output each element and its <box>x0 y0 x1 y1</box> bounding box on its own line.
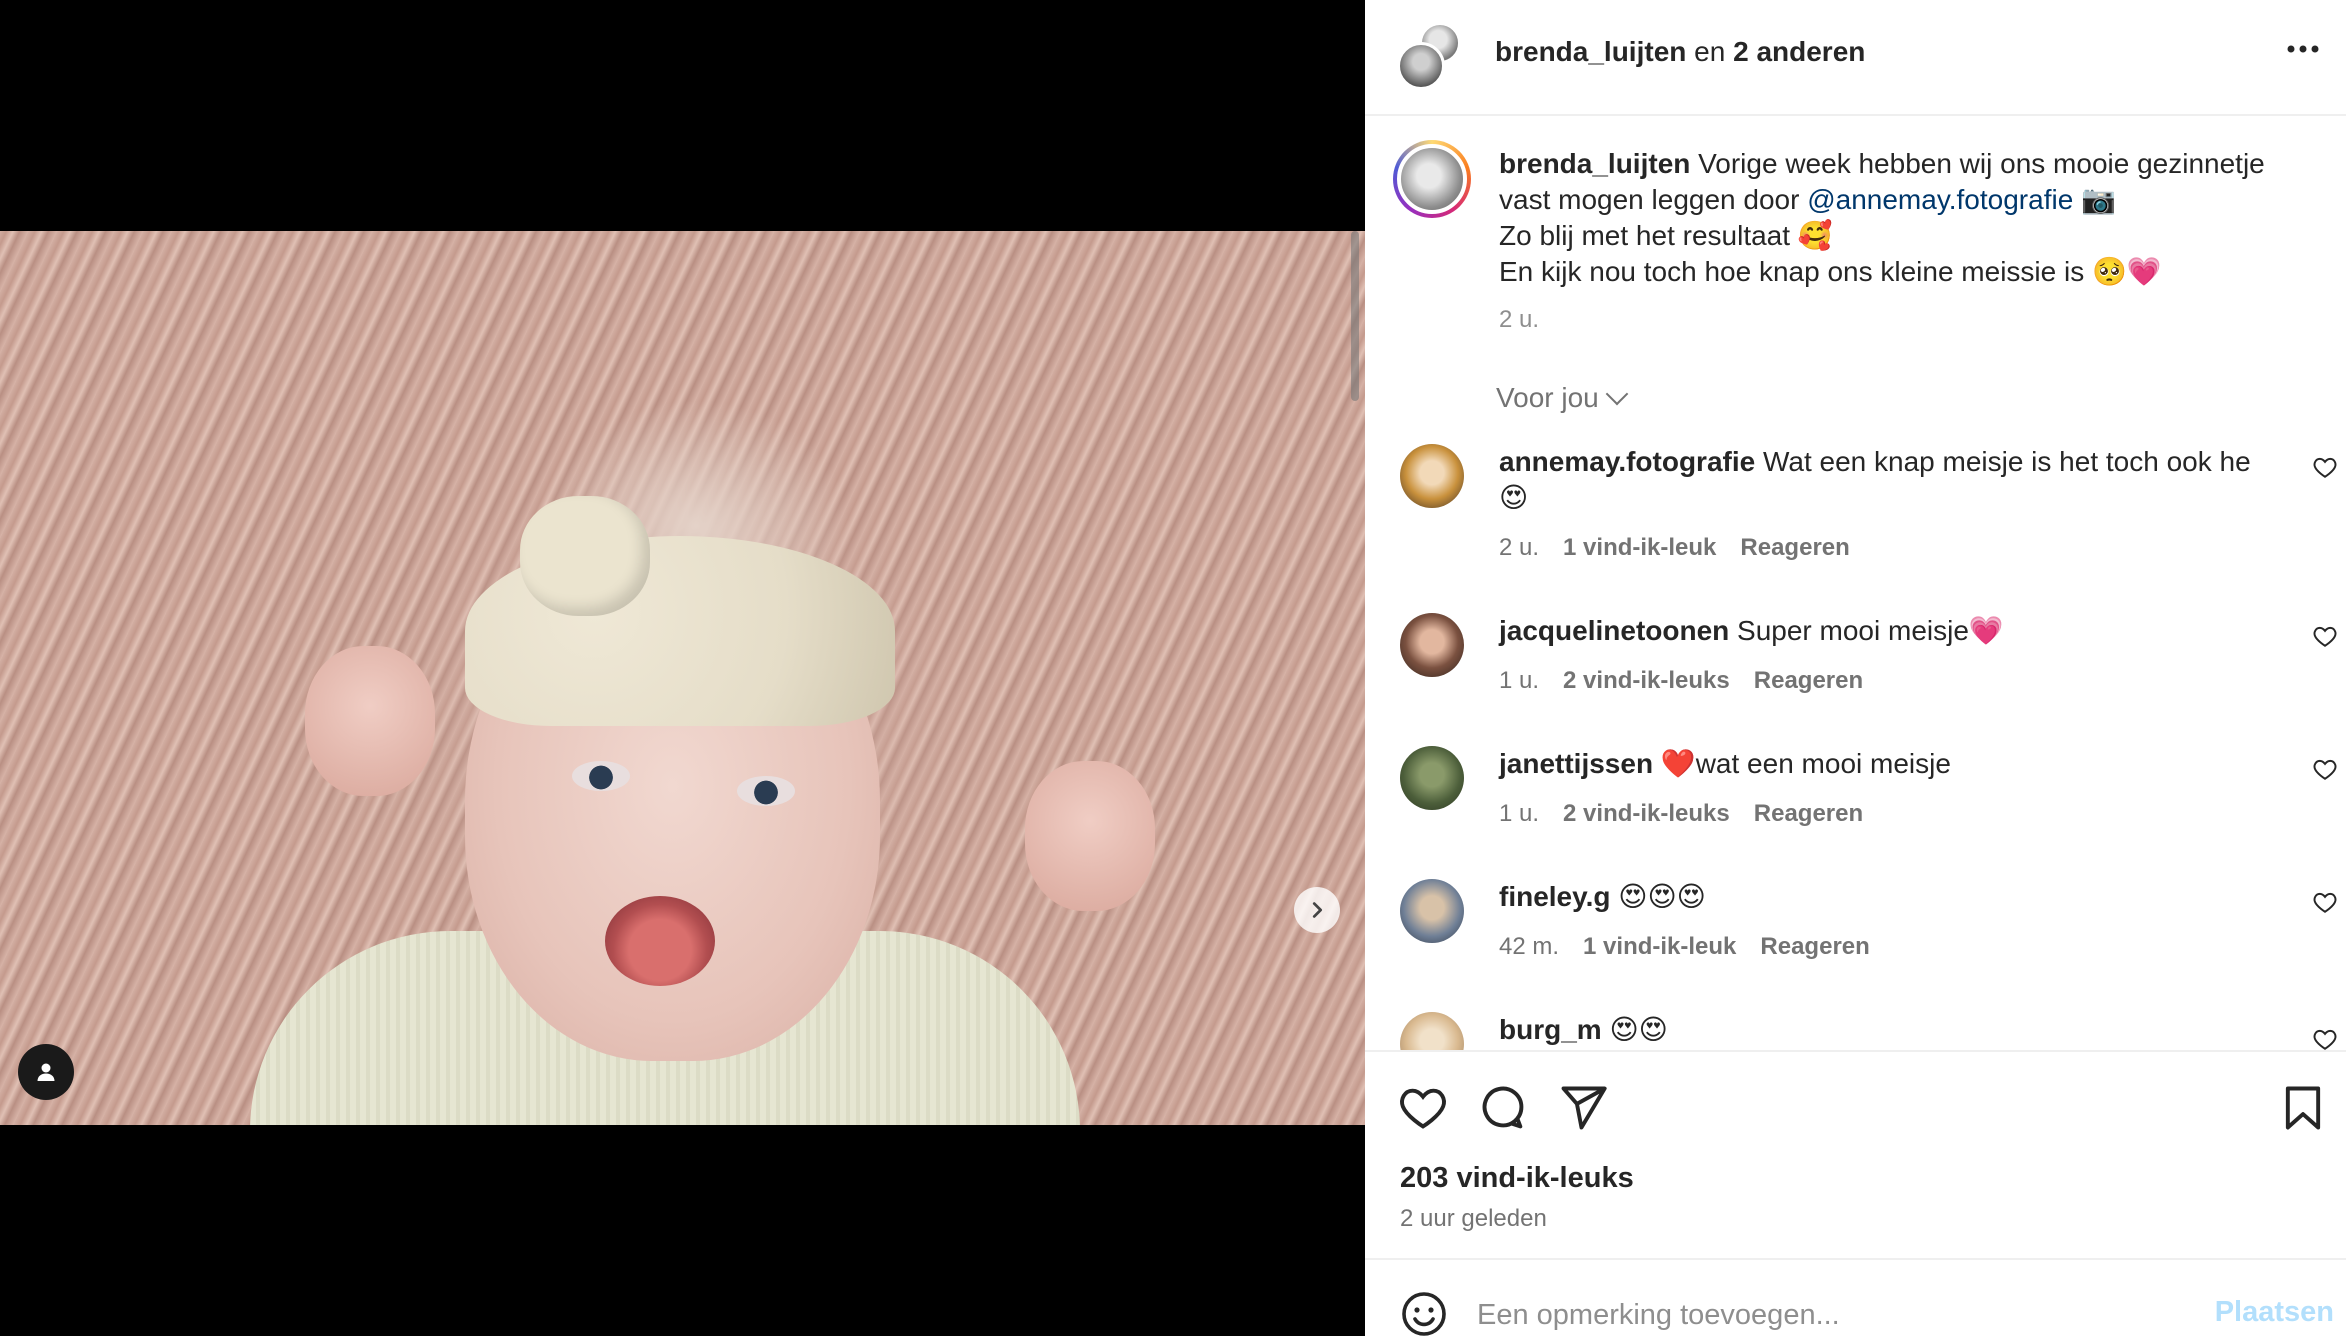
comments-section[interactable]: brenda_luijten Vorige week hebben wij on… <box>1365 116 2346 1050</box>
more-horizontal-icon <box>2287 45 2319 53</box>
post-actions: 203 vind-ik-leuks 2 uur geleden <box>1365 1050 2346 1260</box>
photo-eye-left <box>572 761 630 791</box>
comment-reply-button[interactable]: Reageren <box>1754 663 1863 699</box>
comment-like-heart-icon[interactable] <box>2312 623 2338 649</box>
photo-fist-left <box>305 646 435 796</box>
likes-count[interactable]: 203 vind-ik-leuks <box>1400 1162 1634 1195</box>
comment-like-heart-icon[interactable] <box>2312 454 2338 480</box>
comment-filter-label: Voor jou <box>1496 382 1599 413</box>
comment-filter-dropdown[interactable]: Voor jou <box>1496 382 1629 414</box>
chevron-right-icon <box>1312 902 1323 918</box>
post-side-panel: brenda_luijten en 2 anderen brenda_luijt… <box>1365 0 2346 1336</box>
header-connector: en <box>1694 36 1726 67</box>
header-usernames: brenda_luijten en 2 anderen <box>1495 36 1865 68</box>
avatar[interactable] <box>1400 613 1464 677</box>
comment-likes[interactable]: 2 vind-ik-leuks <box>1563 796 1730 832</box>
caption-emoji: 📷 <box>2081 184 2116 215</box>
more-options-button[interactable] <box>2286 34 2320 54</box>
comment-text: ❤️wat een mooi meisje <box>1660 748 1951 779</box>
comment-time[interactable]: 2 u. <box>1499 530 1539 566</box>
comment-text: Super mooi meisje💗 <box>1737 615 2004 646</box>
caption-username[interactable]: brenda_luijten <box>1499 148 1690 179</box>
comment-composer: Plaatsen <box>1365 1258 2346 1336</box>
share-paper-plane-icon[interactable] <box>1557 1082 1609 1134</box>
comment-likes[interactable]: 1 vind-ik-leuk <box>1563 530 1716 566</box>
comment-username[interactable]: jacquelinetoonen <box>1499 615 1729 646</box>
photo-mouth <box>605 896 715 986</box>
chevron-down-icon <box>1605 382 1629 406</box>
avatar[interactable] <box>1400 879 1464 943</box>
avatar <box>1397 42 1445 90</box>
comment-username[interactable]: annemay.fotografie <box>1499 446 1755 477</box>
comment-input[interactable] <box>1477 1290 2177 1336</box>
comment-like-heart-icon[interactable] <box>2312 756 2338 782</box>
comment-reply-button[interactable]: Reageren <box>1754 796 1863 832</box>
post-timestamp[interactable]: 2 uur geleden <box>1400 1205 1547 1233</box>
caption-time[interactable]: 2 u. <box>1499 302 2319 338</box>
avatar[interactable] <box>1400 1012 1464 1050</box>
comment-likes[interactable]: 1 vind-ik-leuk <box>1583 929 1736 965</box>
photo-scrollbar[interactable] <box>1351 231 1359 401</box>
avatar[interactable] <box>1400 746 1464 810</box>
like-heart-icon[interactable] <box>1397 1082 1449 1134</box>
comment-time[interactable]: 1 u. <box>1499 663 1539 699</box>
comment-username[interactable]: janettijssen <box>1499 748 1653 779</box>
caption-line2: Zo blij met het resultaat 🥰 <box>1499 220 1833 251</box>
tagged-users-button[interactable] <box>18 1044 74 1100</box>
comment-username[interactable]: fineley.g <box>1499 881 1611 912</box>
comment-reply-button[interactable]: Reageren <box>1760 929 1869 965</box>
comment-reply-button[interactable]: Reageren <box>1740 530 1849 566</box>
media-viewer <box>0 0 1365 1336</box>
caption-mention-link[interactable]: @annemay.fotografie <box>1807 184 2073 215</box>
emoji-icon[interactable] <box>1400 1290 1448 1336</box>
post-caption: brenda_luijten Vorige week hebben wij on… <box>1499 146 2319 338</box>
photo-headband-knot <box>520 496 650 616</box>
comment-time[interactable]: 42 m. <box>1499 929 1559 965</box>
header-username-link[interactable]: brenda_luijten <box>1495 36 1686 67</box>
post-header: brenda_luijten en 2 anderen <box>1365 0 2346 116</box>
caption-avatar[interactable] <box>1393 140 1471 218</box>
comment-like-heart-icon[interactable] <box>2312 1026 2338 1050</box>
comment-like-heart-icon[interactable] <box>2312 889 2338 915</box>
post-photo[interactable] <box>0 231 1365 1125</box>
save-bookmark-icon[interactable] <box>2277 1082 2329 1134</box>
comment-text: 😍😍 <box>1609 1014 1668 1045</box>
user-icon <box>37 1063 55 1081</box>
header-others-link[interactable]: 2 anderen <box>1733 36 1865 67</box>
collab-avatars[interactable] <box>1397 22 1461 90</box>
post-comment-button[interactable]: Plaatsen <box>2215 1296 2334 1329</box>
photo-fist-right <box>1025 761 1155 911</box>
avatar[interactable] <box>1400 444 1464 508</box>
comment-bubble-icon[interactable] <box>1477 1082 1529 1134</box>
comment-time[interactable]: 1 u. <box>1499 796 1539 832</box>
comment-username[interactable]: burg_m <box>1499 1014 1602 1045</box>
photo-eye-right <box>737 776 795 806</box>
comment-likes[interactable]: 2 vind-ik-leuks <box>1563 663 1730 699</box>
caption-line3: En kijk nou toch hoe knap ons kleine mei… <box>1499 256 2162 287</box>
next-photo-button[interactable] <box>1294 887 1340 933</box>
comment-text: 😍😍😍 <box>1618 881 1706 912</box>
